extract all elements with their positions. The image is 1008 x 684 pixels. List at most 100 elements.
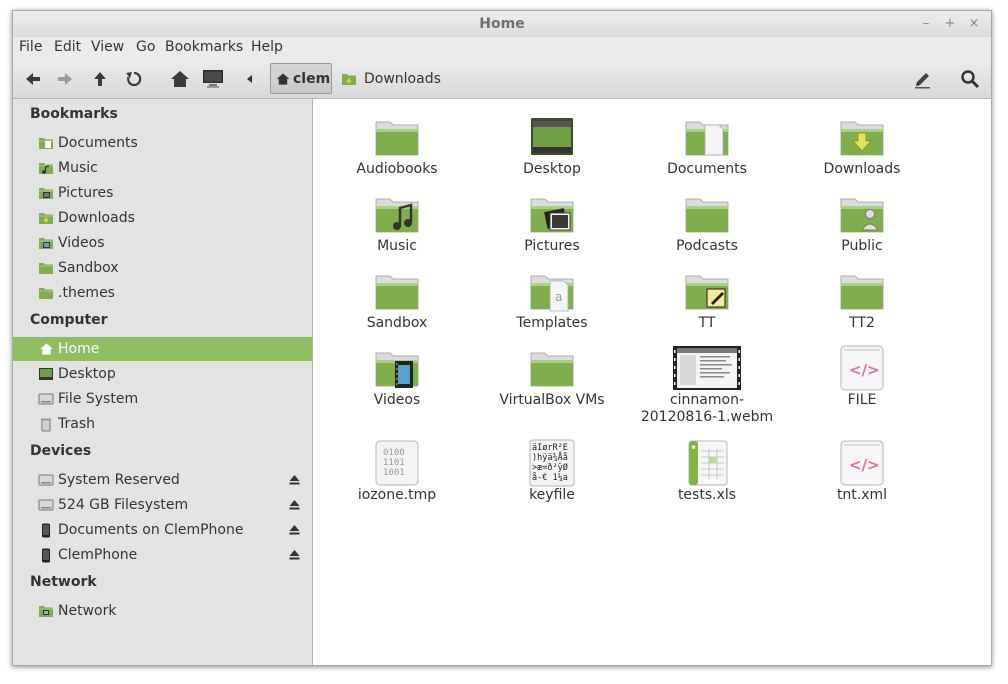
file-label: cinnamon- 20120816-1.webm — [640, 392, 774, 425]
menu-bookmarks[interactable]: Bookmarks — [165, 39, 243, 55]
file-item-cinnamon-20120816-1-webm[interactable]: cinnamon- 20120816-1.webm — [632, 344, 782, 426]
file-item-podcasts[interactable]: Podcasts — [632, 190, 782, 255]
breadcrumb-left-button[interactable] — [242, 67, 258, 91]
svg-text:)hÿä¾Åå: )hÿä¾Åå — [532, 451, 568, 463]
minimize-icon[interactable]: – — [917, 15, 935, 33]
reload-icon — [126, 71, 142, 87]
monitor-icon — [203, 70, 223, 88]
menu-file[interactable]: File — [19, 39, 42, 55]
file-item-tt2[interactable]: TT2 — [787, 267, 937, 332]
folder-templates-icon: a — [528, 267, 576, 315]
desktop-icon — [38, 366, 54, 382]
eject-icon[interactable] — [289, 473, 300, 489]
folder-videos-icon — [373, 344, 421, 392]
sidebar-item-label: Home — [58, 341, 100, 357]
sidebar-item-label: Trash — [58, 416, 95, 432]
sidebar-item-bm-pictures[interactable]: Pictures — [13, 181, 312, 205]
breadcrumb-downloads[interactable]: Downloads — [341, 68, 441, 90]
sidebar-item-dev-524-gb-filesystem[interactable]: 524 GB Filesystem — [13, 493, 312, 517]
menu-help[interactable]: Help — [251, 39, 283, 55]
menu-view[interactable]: View — [91, 39, 124, 55]
svg-text:äIørR²E: äIørR²E — [532, 443, 568, 453]
sidebar-item-comp-desktop[interactable]: Desktop — [13, 362, 312, 386]
search-button[interactable] — [958, 67, 982, 91]
folder-icon — [38, 285, 54, 301]
file-item-music[interactable]: Music — [322, 190, 472, 255]
folder-icon — [528, 344, 576, 392]
svg-text:</>: </> — [849, 361, 880, 379]
sidebar-item-label: System Reserved — [58, 472, 180, 488]
sidebar-item-comp-trash[interactable]: Trash — [13, 412, 312, 436]
folder-pictures-icon — [528, 190, 576, 238]
eject-icon[interactable] — [289, 498, 300, 514]
file-item-tests-xls[interactable]: tests.xls — [632, 439, 782, 504]
file-item-pictures[interactable]: Pictures — [477, 190, 627, 255]
file-item-videos[interactable]: Videos — [322, 344, 472, 409]
folder-public-icon — [838, 190, 886, 238]
back-button[interactable] — [21, 67, 45, 91]
file-item-documents[interactable]: Documents — [632, 113, 782, 178]
sidebar-item-label: Videos — [58, 235, 105, 251]
breadcrumb-home[interactable]: clem — [270, 63, 332, 94]
sidebar-item-comp-file-system[interactable]: File System — [13, 387, 312, 411]
sidebar-item-dev-system-reserved[interactable]: System Reserved — [13, 468, 312, 492]
sidebar-item-bm-videos[interactable]: Videos — [13, 231, 312, 255]
spreadsheet-file-icon — [683, 439, 731, 487]
file-label: tests.xls — [677, 487, 737, 503]
folder-icon — [373, 113, 421, 161]
file-item-tnt-xml[interactable]: </> tnt.xml — [787, 439, 937, 504]
eject-icon[interactable] — [289, 548, 300, 564]
sidebar-item-bm-sandbox[interactable]: Sandbox — [13, 256, 312, 280]
xml-file-icon: </> — [838, 439, 886, 487]
file-item-audiobooks[interactable]: Audiobooks — [322, 113, 472, 178]
forward-button[interactable] — [53, 67, 77, 91]
home-button[interactable] — [168, 67, 192, 91]
close-icon[interactable]: × — [965, 15, 983, 33]
sidebar-item-bm-downloads[interactable]: Downloads — [13, 206, 312, 230]
sidebar-item-dev-documents-on-clemphone[interactable]: Documents on ClemPhone — [13, 518, 312, 542]
sidebar-item-bm-music[interactable]: Music — [13, 156, 312, 180]
sidebar-item-bm-documents[interactable]: Documents — [13, 131, 312, 155]
sidebar-item-label: Documents on ClemPhone — [58, 522, 244, 538]
file-item-templates[interactable]: a Templates — [477, 267, 627, 332]
folder-pictures-icon — [38, 185, 54, 201]
file-item-keyfile[interactable]: äIørR²E)hÿä¾Åå >æ=ð²ÿØ å-€ 1¼a keyfile — [477, 439, 627, 504]
file-item-virtualbox-vms[interactable]: VirtualBox VMs — [477, 344, 627, 409]
maximize-icon[interactable]: + — [941, 15, 959, 33]
file-view[interactable]: Audiobooks Desktop Documents Downloads Music… — [313, 99, 991, 665]
sidebar-item-comp-home[interactable]: Home — [13, 337, 312, 361]
breadcrumb-home-label: clem — [293, 70, 331, 87]
file-label: iozone.tmp — [357, 487, 437, 503]
sidebar-section-devices: Devices — [30, 443, 92, 459]
sidebar-item-net-network[interactable]: Network — [13, 599, 312, 623]
file-item-file[interactable]: </> FILE — [787, 344, 937, 409]
computer-button[interactable] — [201, 67, 225, 91]
menu-go[interactable]: Go — [136, 39, 155, 55]
eject-icon[interactable] — [289, 523, 300, 539]
up-button[interactable] — [88, 67, 112, 91]
edit-location-button[interactable] — [911, 67, 935, 91]
folder-music-icon — [373, 190, 421, 238]
file-item-sandbox[interactable]: Sandbox — [322, 267, 472, 332]
file-item-iozone-tmp[interactable]: 0100 1101 1001 iozone.tmp — [322, 439, 472, 504]
file-label: VirtualBox VMs — [499, 392, 605, 408]
titlebar[interactable]: Home – + × — [13, 11, 991, 37]
file-label: Music — [377, 238, 417, 254]
file-label: Documents — [667, 161, 747, 177]
menu-edit[interactable]: Edit — [54, 39, 81, 55]
svg-text:1001: 1001 — [383, 468, 405, 478]
sidebar-item-dev-clemphone[interactable]: ClemPhone — [13, 543, 312, 567]
file-label: keyfile — [529, 487, 575, 503]
breadcrumb-current-label: Downloads — [364, 71, 441, 87]
sidebar-item-bm-themes[interactable]: .themes — [13, 281, 312, 305]
file-item-downloads[interactable]: Downloads — [787, 113, 937, 178]
folder-icon — [38, 260, 54, 276]
file-item-public[interactable]: Public — [787, 190, 937, 255]
file-item-tt[interactable]: TT — [632, 267, 782, 332]
file-item-desktop[interactable]: Desktop — [477, 113, 627, 178]
trash-icon — [38, 416, 54, 432]
pencil-icon — [915, 73, 930, 89]
search-icon — [961, 70, 980, 89]
reload-button[interactable] — [122, 67, 146, 91]
file-label: Audiobooks — [356, 161, 438, 177]
